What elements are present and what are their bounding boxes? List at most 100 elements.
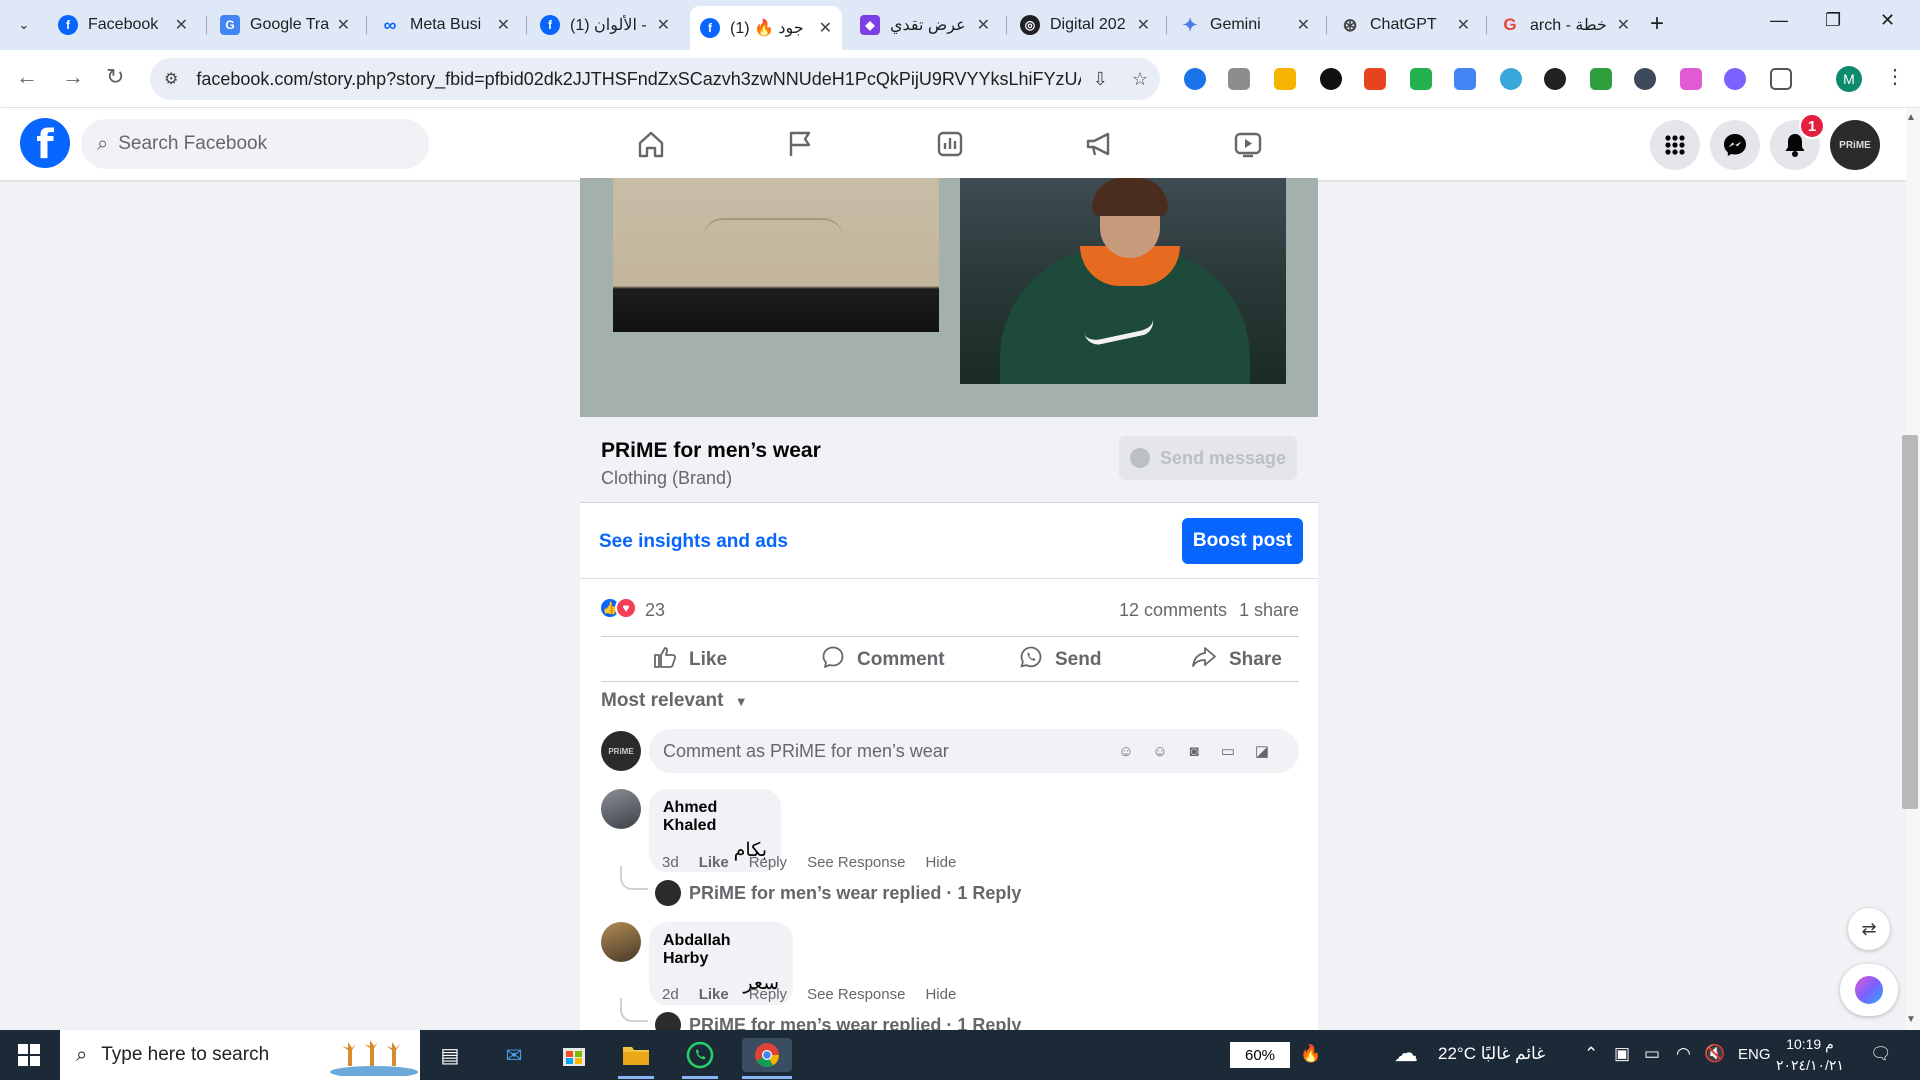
replies-link[interactable]: PRiME for men’s wear replied · 1 Reply — [655, 880, 1021, 906]
hide-comment-button[interactable]: Hide — [925, 986, 956, 1003]
tab-chatgpt[interactable]: ⊛ ChatGPT ✕ — [1330, 8, 1480, 42]
weather-text[interactable]: 22°C غائم غالبًا — [1438, 1044, 1545, 1064]
device-icon[interactable]: ▣ — [1614, 1044, 1630, 1064]
close-tab-icon[interactable]: ✕ — [1297, 15, 1310, 35]
see-response-button[interactable]: See Response — [807, 854, 905, 871]
like-button[interactable]: Like — [653, 643, 727, 677]
comment-sort-dropdown[interactable]: Most relevant ▼ — [601, 690, 748, 712]
clock[interactable]: 10:19 م ٢٠٢٤/١٠/٢١ — [1776, 1034, 1844, 1076]
extension-arrow-down-icon[interactable] — [1590, 68, 1612, 90]
forward-arrow-icon[interactable]: → — [62, 64, 84, 90]
menu-grid-icon[interactable] — [1650, 120, 1700, 170]
microsoft-store-icon[interactable] — [556, 1038, 592, 1072]
share-button[interactable]: Share — [1191, 643, 1282, 677]
tab-facebook[interactable]: f Facebook ✕ — [48, 8, 198, 42]
extension-eye-icon[interactable] — [1184, 68, 1206, 90]
flag-icon[interactable] — [778, 122, 822, 166]
close-tab-icon[interactable]: ✕ — [1617, 15, 1630, 35]
extension-cursor-icon[interactable] — [1634, 68, 1656, 90]
comment-author[interactable]: Abdallah Harby — [663, 932, 779, 968]
replies-link[interactable]: PRiME for men’s wear replied · 1 Reply — [655, 1012, 1021, 1030]
sticker-icon[interactable]: ◪ — [1251, 740, 1273, 762]
tab-meta-business[interactable]: ∞ Meta Busi ✕ — [370, 8, 520, 42]
close-tab-icon[interactable]: ✕ — [337, 15, 350, 35]
comment-button[interactable]: Comment — [821, 643, 945, 677]
comment-like-button[interactable]: Like — [699, 986, 729, 1003]
browser-menu-icon[interactable]: ⋮ — [1885, 64, 1905, 89]
battery-tray-icon[interactable]: ▭ — [1644, 1044, 1660, 1064]
tab-digital[interactable]: ◎ Digital 202 ✕ — [1010, 8, 1160, 42]
commenter-avatar[interactable] — [601, 922, 641, 962]
extension-pink-icon[interactable] — [1680, 68, 1702, 90]
video-play-icon[interactable] — [1226, 122, 1270, 166]
comment-input[interactable] — [663, 740, 1103, 762]
scroll-down-icon[interactable]: ▼ — [1906, 1014, 1916, 1025]
translate-float-icon[interactable]: ⇄ — [1848, 908, 1890, 950]
scroll-up-icon[interactable]: ▲ — [1906, 112, 1916, 123]
send-message-button[interactable]: Send message — [1119, 436, 1297, 480]
megaphone-icon[interactable] — [1077, 122, 1121, 166]
chrome-taskbar-icon[interactable] — [742, 1038, 792, 1072]
weather-cloud-icon[interactable]: ☁ — [1394, 1039, 1418, 1068]
facebook-logo-icon[interactable]: f — [20, 118, 70, 168]
battery-indicator[interactable]: 60% — [1230, 1042, 1290, 1068]
account-avatar[interactable]: PRiME — [1830, 120, 1880, 170]
file-explorer-icon[interactable] — [618, 1038, 654, 1072]
tab-facebook-active[interactable]: f (1) 🔥 جود ✕ — [690, 6, 842, 50]
tab-gemini[interactable]: ✦ Gemini ✕ — [1170, 8, 1320, 42]
notification-center-icon[interactable]: 🗨 — [1870, 1044, 1892, 1064]
see-response-button[interactable]: See Response — [807, 986, 905, 1003]
volume-muted-icon[interactable]: 🔇 — [1704, 1044, 1725, 1064]
close-tab-icon[interactable]: ✕ — [819, 18, 832, 38]
close-window-icon[interactable]: ✕ — [1880, 10, 1895, 31]
extension-brain-icon[interactable] — [1724, 68, 1746, 90]
wifi-icon[interactable]: ◠ — [1676, 1044, 1691, 1064]
mail-icon[interactable]: ✉ — [496, 1038, 532, 1072]
extension-vd-icon[interactable] — [1544, 68, 1566, 90]
reaction-count[interactable]: 23 — [645, 600, 665, 621]
avatar-sticker-icon[interactable]: ☺ — [1115, 740, 1137, 762]
close-tab-icon[interactable]: ✕ — [497, 15, 510, 35]
install-app-icon[interactable]: ⇩ — [1093, 69, 1108, 90]
messenger-icon[interactable] — [1710, 120, 1760, 170]
hide-comment-button[interactable]: Hide — [925, 854, 956, 871]
extension-code-icon[interactable] — [1228, 68, 1250, 90]
search-highlight-trees-icon[interactable] — [330, 1036, 418, 1078]
close-tab-icon[interactable]: ✕ — [657, 15, 670, 35]
commenter-avatar[interactable] — [601, 789, 641, 829]
camera-icon[interactable]: ◙ — [1183, 740, 1205, 762]
love-reaction-icon[interactable]: ♥ — [615, 597, 637, 619]
browser-profile-avatar[interactable]: M — [1836, 66, 1862, 92]
composer-avatar[interactable]: PRiME — [601, 731, 641, 771]
tab-presentation[interactable]: ◆ عرض تقدي ✕ — [850, 8, 1000, 42]
address-bar[interactable]: ⚙ facebook.com/story.php?story_fbid=pfbi… — [150, 58, 1160, 100]
tab-google-translate[interactable]: G Google Tra ✕ — [210, 8, 360, 42]
minimize-icon[interactable]: — — [1770, 10, 1788, 31]
reload-icon[interactable]: ↻ — [106, 64, 124, 90]
comments-count[interactable]: 12 comments — [1119, 600, 1227, 621]
comment-time[interactable]: 2d — [662, 986, 679, 1003]
comment-author[interactable]: Ahmed Khaled — [663, 799, 767, 835]
ai-assistant-float-button[interactable] — [1840, 964, 1898, 1016]
page-name[interactable]: PRiME for men’s wear — [601, 439, 821, 463]
close-tab-icon[interactable]: ✕ — [1137, 15, 1150, 35]
windows-start-icon[interactable] — [18, 1044, 40, 1066]
bookmark-star-icon[interactable]: ☆ — [1132, 69, 1148, 90]
extension-green-icon[interactable] — [1410, 68, 1432, 90]
tab-facebook-colors[interactable]: f (1) الألوان - ✕ — [530, 8, 680, 42]
post-media[interactable] — [580, 178, 1318, 417]
close-tab-icon[interactable]: ✕ — [175, 15, 188, 35]
flame-icon[interactable]: 🔥 — [1300, 1044, 1321, 1064]
scrollbar-thumb[interactable] — [1902, 435, 1918, 809]
search-input[interactable] — [118, 133, 379, 155]
language-indicator[interactable]: ENG — [1738, 1046, 1771, 1063]
close-tab-icon[interactable]: ✕ — [977, 15, 990, 35]
tab-search-button[interactable]: ⌄ — [8, 10, 40, 40]
task-view-icon[interactable]: ▤ — [432, 1038, 468, 1072]
comment-composer[interactable]: ☺ ☺ ◙ ▭ ◪ — [649, 729, 1299, 773]
insights-chart-icon[interactable] — [928, 122, 972, 166]
gif-icon[interactable]: ▭ — [1217, 740, 1239, 762]
facebook-search[interactable]: ⌕ — [81, 119, 429, 169]
hoodie-photo-green[interactable] — [960, 178, 1286, 384]
restore-icon[interactable]: ❐ — [1825, 10, 1841, 31]
